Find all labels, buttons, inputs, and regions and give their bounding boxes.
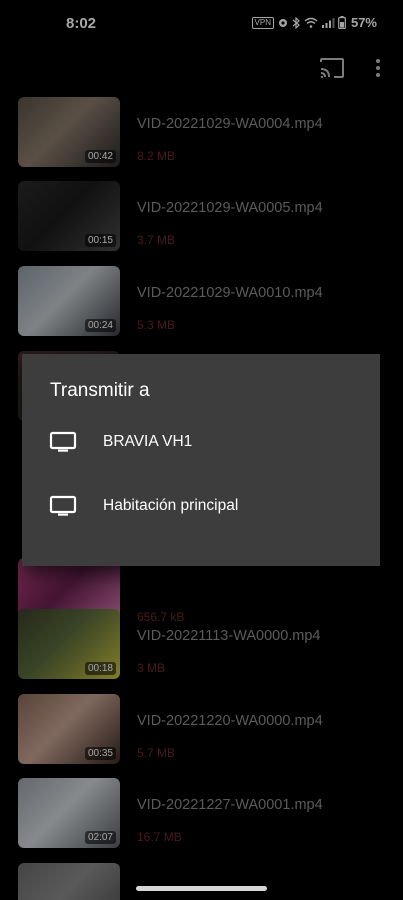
home-indicator[interactable] [136, 886, 267, 891]
video-title: VID-20221113-WA0000.mp4 [137, 628, 321, 644]
video-thumbnail: 02:07 [18, 778, 120, 848]
signal-icon [321, 18, 335, 28]
video-thumbnail: 00:35 [18, 694, 120, 764]
video-list-item[interactable]: 00:35 VID-20221220-WA0000.mp4 5.7 MB [0, 694, 403, 774]
more-vert-icon [376, 59, 380, 63]
video-list-item[interactable]: 02:07 VID-20221227-WA0001.mp4 16.7 MB [0, 778, 403, 858]
cast-icon [320, 58, 344, 78]
video-list-item[interactable]: 00:15 VID-20221029-WA0005.mp4 3.7 MB [0, 181, 403, 261]
video-duration: 00:42 [84, 150, 116, 163]
video-duration: 00:24 [84, 319, 116, 332]
video-thumbnail: 00:42 [18, 97, 120, 167]
status-time: 8:02 [66, 15, 97, 32]
battery-icon [338, 16, 346, 29]
video-size: 3 MB [137, 661, 166, 675]
video-duration: 00:15 [84, 234, 116, 247]
video-thumbnail: 00:18 [18, 609, 120, 679]
cast-dialog: Transmitir a BRAVIA VH1 Habitación princ… [22, 354, 380, 566]
video-title: VID-20221029-WA0010.mp4 [137, 285, 323, 301]
video-duration: 02:07 [84, 831, 116, 844]
video-size: 5.3 MB [137, 318, 176, 332]
video-thumbnail: 00:24 [18, 266, 120, 336]
video-thumbnail [18, 863, 120, 900]
video-list-item[interactable] [0, 863, 403, 900]
status-icons: VPN 57% [251, 15, 377, 30]
video-size: 16.7 MB [137, 830, 182, 844]
video-title: VID-20221029-WA0005.mp4 [137, 200, 323, 216]
tv-icon [49, 495, 77, 516]
device-name: BRAVIA VH1 [103, 433, 193, 450]
battery-level: 57% [350, 15, 377, 30]
wifi-icon [304, 17, 318, 28]
tv-icon [49, 431, 77, 452]
cast-button[interactable] [318, 56, 346, 80]
video-size: 3.7 MB [137, 233, 176, 247]
bluetooth-icon [292, 16, 300, 29]
more-options-button[interactable] [370, 56, 386, 80]
settings-status-icon [278, 18, 287, 27]
device-row-bravia[interactable]: BRAVIA VH1 [22, 414, 380, 470]
video-duration: 00:35 [84, 747, 116, 760]
video-size: 8.2 MB [137, 149, 176, 163]
video-duration: 00:18 [84, 662, 116, 675]
video-list-item[interactable]: 00:24 VID-20221029-WA0010.mp4 5.3 MB [0, 266, 403, 346]
vpn-icon: VPN [251, 16, 274, 29]
video-thumbnail: 00:15 [18, 181, 120, 251]
video-title: VID-20221220-WA0000.mp4 [137, 713, 323, 729]
video-title: VID-20221029-WA0004.mp4 [137, 116, 323, 132]
video-title: VID-20221227-WA0001.mp4 [137, 797, 323, 813]
toolbar [0, 48, 403, 90]
video-list-item[interactable]: 00:18 VID-20221113-WA0000.mp4 3 MB [0, 609, 403, 689]
video-list-item[interactable]: 00:42 VID-20221029-WA0004.mp4 8.2 MB [0, 97, 403, 177]
status-bar: 8:02 VPN 57% [0, 0, 403, 48]
device-name: Habitación principal [103, 497, 239, 514]
dialog-title: Transmitir a [50, 380, 150, 401]
video-size: 5.7 MB [137, 746, 176, 760]
device-row-habitacion[interactable]: Habitación principal [22, 478, 380, 534]
